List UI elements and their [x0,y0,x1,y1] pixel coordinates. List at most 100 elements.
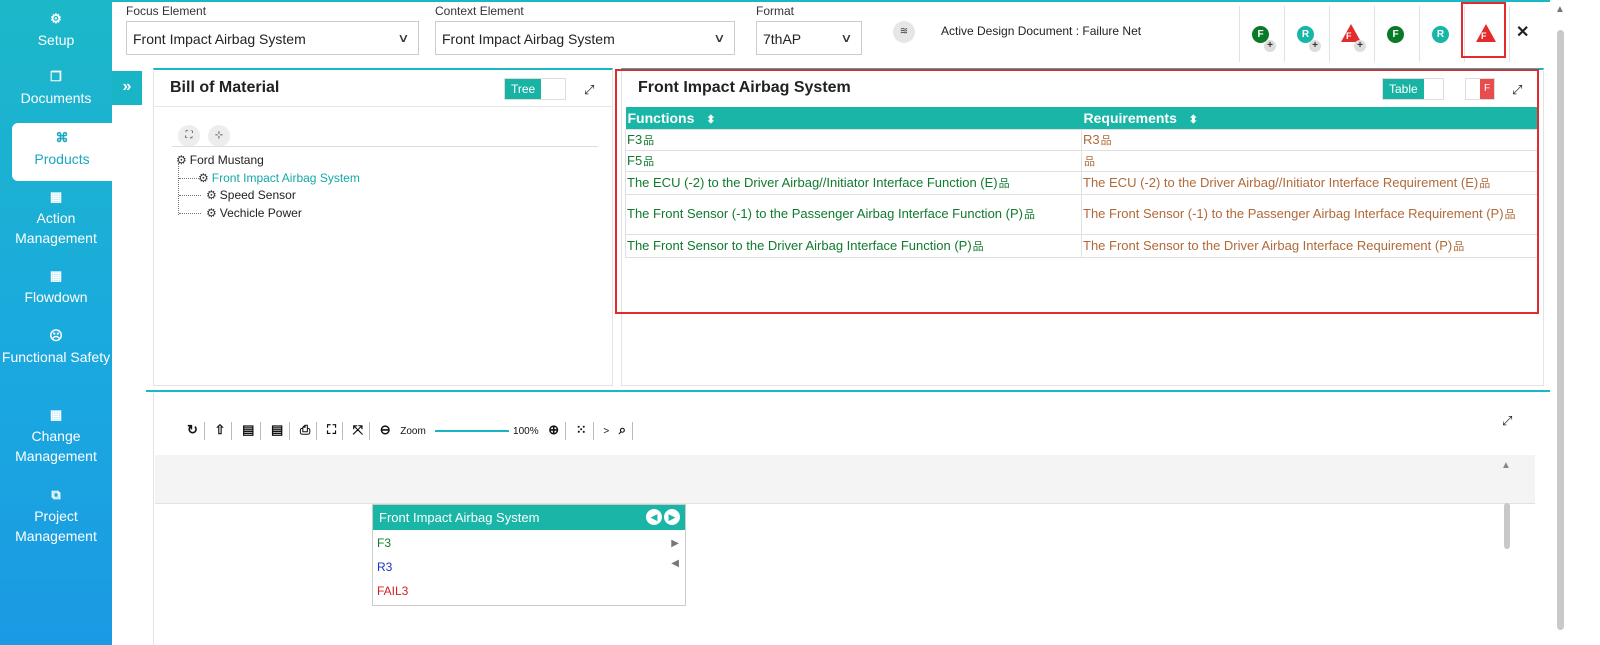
toggle-label: Tree [505,79,542,99]
scroll-up-icon[interactable]: ▲ [1501,460,1511,471]
tree-node[interactable]: ⚙ Speed Sensor [206,188,296,202]
node-title: Front Impact Airbag System [379,510,540,525]
upload-icon[interactable]: ⇧ [215,422,226,438]
format-value: 7thAP [763,31,802,47]
expand-all-icon[interactable]: ⛶ [178,125,200,147]
tree-connector [178,163,179,215]
design-tools: F + R + F + F R F [1239,6,1600,62]
nav-setup[interactable]: ⚙ Setup [0,12,112,50]
divider [172,146,598,147]
node-navigation: ◀ ▶ [644,508,680,525]
canvas-body [155,504,1535,645]
separator [260,422,262,440]
nav-action-management[interactable]: ▦ Action Management [0,190,112,248]
close-icon[interactable]: ✕ [1516,22,1529,42]
chevron-down-icon: ∨ [397,31,410,45]
diagram-toolbar: ↻ ⇧ ▤ ▤ ⎙ ⛶ ⤧ ⊖ Zoom 100% ⊕ ⁙ > ⌕ [187,422,639,444]
flowdown-icon: ▦ [49,268,63,283]
nav-flowdown[interactable]: ▦ Flowdown [0,269,112,307]
canvas-scrollbar[interactable]: ▲ [1501,460,1513,640]
nav-label: Functional Safety [1,349,111,365]
separator [231,422,233,440]
cogs-icon: ⚙ [50,11,62,26]
top-bar: Focus Element Front Impact Airbag System… [112,0,1600,66]
change-icon: ▦ [49,407,63,422]
node-requirement[interactable]: R3 [377,560,392,574]
separator [632,422,634,440]
scroll-thumb[interactable] [1504,503,1510,549]
tree-connector [179,213,201,214]
requirement-button[interactable]: R [1419,6,1463,62]
requirement-icon: R [1432,26,1449,43]
add-requirement-button[interactable]: R + [1284,6,1328,62]
panel-title: Bill of Material [170,79,280,96]
export-image-icon[interactable]: ▤ [271,422,283,438]
expand-icon[interactable]: ⤢ [584,82,594,98]
nav-change-management[interactable]: ▦ Change Management [0,408,112,466]
diagram-canvas[interactable]: ▲ [155,455,1535,645]
format-select[interactable]: 7thAP ∨ [756,21,862,55]
scroll-up-icon[interactable]: ▲ [1555,4,1565,15]
separator [203,422,205,440]
expand-icon[interactable]: ⤢ [1502,413,1512,429]
tree-node[interactable]: ⚙ Vechicle Power [206,206,302,220]
expand-right-icon[interactable]: ▶ [671,538,679,549]
bill-of-material-panel: Bill of Material Tree ⤢ ⛶ ⊹ ⚙ Ford Mustan… [153,68,613,386]
expand-left-icon[interactable]: ◀ [671,558,679,569]
layers-icon[interactable]: ≋ [893,21,915,43]
function-button[interactable]: F [1374,6,1418,62]
context-element-select[interactable]: Front Impact Airbag System ∨ [435,21,735,55]
tree-toggle[interactable]: Tree [504,78,566,100]
search-icon[interactable]: ⌕ [619,422,626,438]
refresh-icon[interactable]: ↻ [187,422,198,438]
gear-icon: ⚙ [198,171,209,185]
failure-letter: F [1346,31,1352,41]
expand-sidebar-button[interactable]: » [112,71,142,105]
grid-icon[interactable]: ⁙ [576,422,587,438]
diagram-node[interactable]: Front Impact Airbag System ◀ ▶ F3 ▶ R3 ◀ … [372,504,686,606]
products-icon: ⌘ [55,130,69,145]
plus-icon: + [1309,40,1321,52]
chevron-down-icon: ∨ [840,31,853,45]
export-svg-icon[interactable]: ▤ [242,422,254,438]
add-function-button[interactable]: F + [1239,6,1283,62]
node-function[interactable]: F3 [377,536,391,550]
function-icon: F [1387,26,1404,43]
next-icon[interactable]: ▶ [664,509,680,525]
zoom-label: Zoom [400,426,426,438]
tree-node-root[interactable]: ⚙ Ford Mustang [176,153,264,167]
print-icon[interactable]: ⎙ [300,422,310,438]
zoom-in-icon[interactable]: ⊕ [548,422,559,438]
nav-products[interactable]: ⌘ Products [12,123,112,181]
focus-element-select[interactable]: Front Impact Airbag System ∨ [126,21,419,55]
node-header: Front Impact Airbag System ◀ ▶ [373,505,685,530]
collapse-all-icon[interactable]: ⊹ [208,125,230,147]
nav-functional-safety[interactable]: ☹ Functional Safety [0,329,112,367]
node-failure[interactable]: FAIL3 [377,584,408,598]
page-scrollbar[interactable]: ▲ [1550,0,1600,645]
plus-icon: + [1264,40,1276,52]
fullscreen-icon[interactable]: ⤧ [353,422,363,438]
add-failure-button[interactable]: F + [1329,6,1373,62]
separator [369,422,371,440]
gear-icon: ⚙ [206,206,217,220]
tree-node-label: Front Impact Airbag System [211,171,360,185]
tree-node-label: Vechicle Power [219,206,302,220]
scroll-thumb[interactable] [1557,30,1564,630]
nav-documents[interactable]: ❐ Documents [0,70,112,108]
project-icon: ⧉ [51,487,61,502]
zoom-slider[interactable] [435,430,510,432]
prev-icon[interactable]: ◀ [646,509,662,525]
separator [565,422,567,440]
tree-node-label: Speed Sensor [219,188,296,202]
gear-icon: ⚙ [206,188,217,202]
nav-label: Change Management [15,428,97,464]
nav-project-management[interactable]: ⧉ Project Management [0,488,112,546]
action-icon: ▦ [49,189,63,204]
chevron-right-icon: > [603,426,610,438]
diagram-panel: ↻ ⇧ ▤ ▤ ⎙ ⛶ ⤧ ⊖ Zoom 100% ⊕ ⁙ > ⌕ ⤢ ▲ Fr… [153,393,1550,645]
fit-icon[interactable]: ⛶ [327,422,336,438]
tree-node-selected[interactable]: ⚙ Front Impact Airbag System [198,171,360,185]
active-design-document: Active Design Document : Failure Net [941,24,1142,38]
zoom-out-icon[interactable]: ⊖ [380,422,391,438]
